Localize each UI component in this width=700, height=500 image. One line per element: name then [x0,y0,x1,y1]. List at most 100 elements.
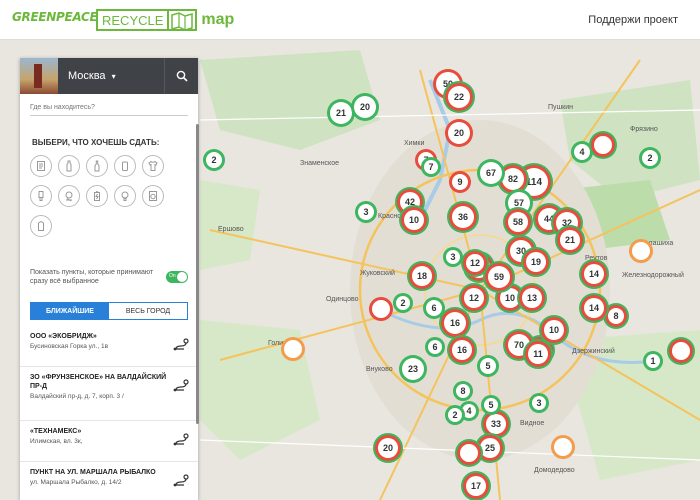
cluster-marker[interactable]: 14 [584,264,604,284]
cluster-marker[interactable]: 82 [502,168,524,190]
greenpeace-logo[interactable]: GREENPEACE [12,10,98,24]
category-donut-marker[interactable] [372,300,390,318]
cluster-marker[interactable]: 58 [508,212,528,232]
cluster-marker[interactable]: 3 [446,250,460,264]
plastic-bottle-icon[interactable] [58,155,80,177]
cluster-marker[interactable]: 12 [464,288,484,308]
location-input[interactable] [30,100,188,116]
list-item[interactable]: ПУНКТ НА УЛ. МАРШАЛА РЫБАЛКО ул. Маршала… [20,462,198,500]
lamp-icon[interactable] [30,185,52,207]
cluster-marker[interactable]: 6 [426,300,442,316]
tab-nearest[interactable]: БЛИЖАЙШИЕ [31,303,109,319]
toggle-state-text: On [169,273,176,279]
category-donut-marker[interactable] [284,340,302,358]
point-name: «ТЕХНАМЕКС» [30,428,82,435]
point-name: ПУНКТ НА УЛ. МАРШАЛА РЫБАЛКО [30,469,156,476]
cluster-marker[interactable]: 4 [462,404,476,418]
cluster-marker[interactable]: 42 [400,192,420,212]
cluster-marker[interactable]: 11 [528,344,548,364]
cluster-marker[interactable]: 22 [448,86,470,108]
cluster-marker[interactable]: 9 [452,174,468,190]
route-icon[interactable] [172,379,190,393]
cluster-marker[interactable]: 6 [428,340,442,354]
cluster-marker[interactable]: 2 [206,152,222,168]
all-selected-toggle[interactable]: On [166,271,188,283]
cluster-marker[interactable]: 17 [466,476,486,496]
cluster-marker[interactable]: 57 [508,192,530,214]
cluster-marker[interactable]: 33 [486,414,506,434]
cluster-marker[interactable]: 3 [532,396,546,410]
route-icon[interactable] [172,338,190,352]
cluster-marker[interactable]: 67 [480,162,502,184]
cluster-marker[interactable]: 10 [544,320,564,340]
list-item[interactable]: «ТЕХНАМЕКС» Илимская, вл. 3к, [20,421,198,462]
cluster-marker[interactable]: 16 [444,312,466,334]
cluster-marker[interactable]: 4 [574,144,590,160]
metal-can-icon[interactable] [114,155,136,177]
category-donut-marker[interactable] [632,242,650,260]
cluster-marker[interactable]: 10 [500,288,520,308]
route-icon[interactable] [172,474,190,488]
map-label: Жуковский [360,270,395,277]
cluster-marker[interactable]: 70 [508,334,530,356]
cluster-marker[interactable]: 23 [402,358,424,380]
cluster-marker[interactable]: 21 [560,230,580,250]
cluster-marker[interactable]: 10 [404,210,424,230]
clothes-icon[interactable] [142,155,164,177]
lightbulb-icon[interactable] [114,185,136,207]
map-label: Видное [520,420,545,427]
panel-scrollbar[interactable] [196,124,199,424]
cluster-marker[interactable]: 2 [396,296,410,310]
cluster-marker[interactable]: 19 [526,252,546,272]
cluster-marker[interactable]: 14 [584,298,604,318]
glass-bottle-icon[interactable] [86,155,108,177]
list-item[interactable]: ООО «ЭКОБРИДЖ» Бусиновская Горка ул., 1в [20,326,198,367]
cluster-marker[interactable]: 1 [646,354,660,368]
cluster-marker[interactable]: 16 [452,340,472,360]
cluster-marker[interactable]: 8 [456,384,470,398]
hazardous-icon[interactable] [58,185,80,207]
battery-icon[interactable] [86,185,108,207]
cluster-marker[interactable]: 7 [424,160,438,174]
cluster-marker[interactable]: 25 [480,438,500,458]
chevron-down-icon[interactable]: ▾ [112,72,116,81]
search-button[interactable] [164,58,198,94]
map-label: Дзержинский [572,348,615,355]
cluster-marker[interactable]: 13 [522,288,542,308]
point-address: ул. Маршала Рыбалко, д. 14/2 [30,479,122,486]
cluster-marker[interactable]: 21 [330,102,352,124]
cluster-marker[interactable]: 59 [488,266,510,288]
list-item[interactable]: ЗО «ФРУНЗЕНСКОЕ» НА ВАЛДАЙСКИЙ ПР-Д Валд… [20,367,198,421]
support-project-link[interactable]: Поддержи проект [588,14,678,26]
cluster-marker[interactable]: 2 [448,408,462,422]
cluster-marker[interactable]: 20 [354,96,376,118]
category-donut-marker[interactable] [594,136,612,154]
cluster-marker[interactable]: 12 [466,254,484,272]
cluster-marker[interactable]: 5 [484,398,498,412]
map-label: Фрязино [630,126,658,133]
waste-type-grid [30,155,190,245]
cluster-marker[interactable]: 3 [358,204,374,220]
paper-icon[interactable] [30,155,52,177]
category-donut-marker[interactable] [672,342,690,360]
cluster-marker[interactable]: 20 [378,438,398,458]
folded-map-icon [169,9,198,31]
city-selector[interactable]: Москва [68,70,106,82]
category-donut-marker[interactable] [460,444,478,462]
tab-whole-city[interactable]: ВЕСЬ ГОРОД [109,303,187,319]
cluster-marker[interactable]: 20 [448,122,470,144]
cluster-marker[interactable]: 5 [480,358,496,374]
route-icon[interactable] [172,433,190,447]
appliance-icon[interactable] [142,185,164,207]
map-logo-text: map [201,11,235,28]
point-name: ЗО «ФРУНЗЕНСКОЕ» НА ВАЛДАЙСКИЙ ПР-Д [30,374,167,390]
recyclemap-logo[interactable]: RECYCLE map [96,8,234,32]
cluster-marker[interactable]: 114 [520,168,548,196]
tetrapak-icon[interactable] [30,215,52,237]
cluster-marker[interactable]: 36 [452,206,474,228]
map-label: Реутов [585,255,608,262]
cluster-marker[interactable]: 18 [412,266,432,286]
cluster-marker[interactable]: 2 [642,150,658,166]
category-donut-marker[interactable] [554,438,572,456]
cluster-marker[interactable]: 8 [608,308,624,324]
